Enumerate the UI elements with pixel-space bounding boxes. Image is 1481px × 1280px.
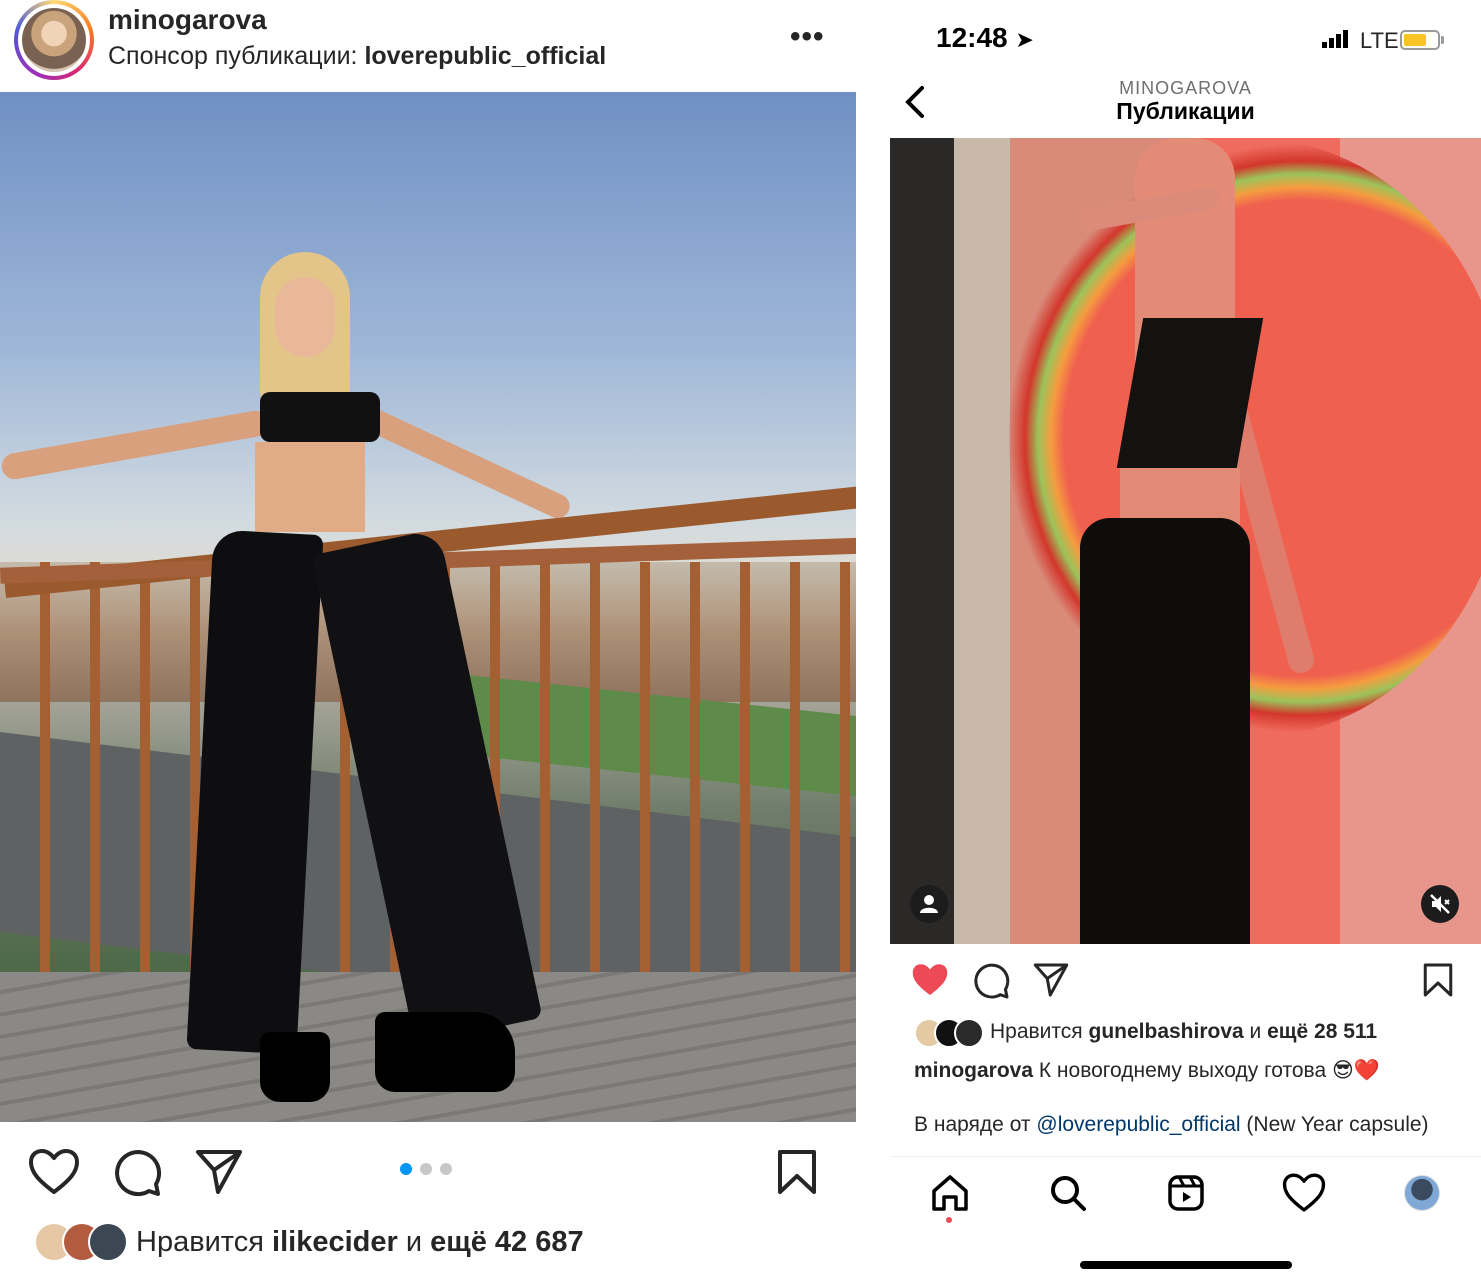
carousel-dot — [420, 1163, 432, 1175]
activity-icon[interactable] — [1282, 1171, 1326, 1215]
tagged-people-icon[interactable] — [910, 885, 948, 923]
caption2-suffix: (New Year capsule) — [1240, 1113, 1429, 1136]
sponsor-link[interactable]: loverepublic_official — [364, 42, 606, 70]
comment-icon[interactable] — [972, 962, 1010, 1000]
post-photo[interactable] — [0, 92, 856, 1122]
bookmark-icon[interactable] — [1422, 962, 1454, 998]
sponsor-prefix: Спонсор публикации: — [108, 42, 365, 70]
liker-avatar — [954, 1018, 984, 1048]
bottom-tab-bar — [890, 1156, 1481, 1280]
carousel-dots — [400, 1162, 460, 1180]
caption-username[interactable]: minogarova — [914, 1059, 1033, 1082]
battery-icon — [1400, 30, 1440, 50]
likes-count[interactable]: Нравится gunelbashirova и ещё 28 511 — [990, 1020, 1377, 1044]
search-icon[interactable] — [1046, 1171, 1090, 1215]
sponsor-line: Спонсор публикации: loverepublic_officia… — [108, 42, 606, 71]
photo-person — [0, 252, 574, 1102]
home-icon[interactable] — [928, 1171, 972, 1215]
profile-avatar[interactable] — [1404, 1175, 1440, 1211]
liker-avatar — [88, 1222, 128, 1262]
carousel-dot-active — [400, 1163, 412, 1175]
likes-middle: и — [1243, 1020, 1268, 1043]
avatar[interactable] — [22, 8, 86, 72]
right-phone-panel: 12:48 ➤ LTE MINOGAROVA Публикации Нравит… — [890, 0, 1481, 1280]
caption-text: К новогоднему выходу готова 😎❤️ — [1033, 1059, 1381, 1082]
signal-icon — [1322, 30, 1350, 48]
comment-icon[interactable] — [112, 1148, 162, 1198]
status-time: 12:48 ➤ — [936, 22, 1034, 53]
home-indicator[interactable] — [1080, 1261, 1292, 1269]
mute-icon[interactable] — [1421, 885, 1459, 923]
likes-prefix: Нравится — [136, 1226, 273, 1258]
share-icon[interactable] — [1032, 962, 1070, 998]
caption2-prefix: В наряде от — [914, 1113, 1037, 1136]
caption-mention-link[interactable]: @loverepublic_official — [1036, 1113, 1240, 1136]
likes-rest[interactable]: ещё 28 511 — [1267, 1020, 1377, 1043]
likes-user[interactable]: ilikecider — [272, 1226, 398, 1258]
post-header: minogarova Спонсор публикации: loverepub… — [0, 0, 858, 92]
caption: minogarova К новогоднему выходу готова 😎… — [914, 1058, 1380, 1083]
header-account: MINOGAROVA — [1119, 78, 1252, 98]
bookmark-icon[interactable] — [776, 1148, 818, 1196]
reel-video[interactable] — [890, 138, 1481, 944]
left-post-panel: minogarova Спонсор публикации: loverepub… — [0, 0, 858, 1280]
reels-icon[interactable] — [1164, 1171, 1208, 1215]
carousel-dot — [440, 1163, 452, 1175]
likes-user[interactable]: gunelbashirova — [1089, 1020, 1244, 1043]
post-username[interactable]: minogarova — [108, 4, 267, 36]
likes-count[interactable]: Нравится ilikecider и ещё 42 687 — [136, 1226, 584, 1259]
likes-rest[interactable]: ещё 42 687 — [430, 1226, 583, 1258]
likes-prefix: Нравится — [990, 1020, 1089, 1043]
header-title: Публикации — [1116, 98, 1255, 124]
likes-middle: и — [397, 1226, 431, 1258]
story-ring[interactable] — [14, 0, 94, 80]
network-type: LTE — [1360, 28, 1399, 53]
caption-line-2: В наряде от @loverepublic_official (New … — [914, 1113, 1429, 1137]
heart-icon[interactable] — [28, 1148, 80, 1196]
home-notification-dot — [946, 1217, 952, 1223]
liked-heart-icon[interactable] — [910, 962, 950, 998]
more-options-icon[interactable]: ••• — [790, 20, 825, 54]
share-icon[interactable] — [194, 1148, 244, 1196]
